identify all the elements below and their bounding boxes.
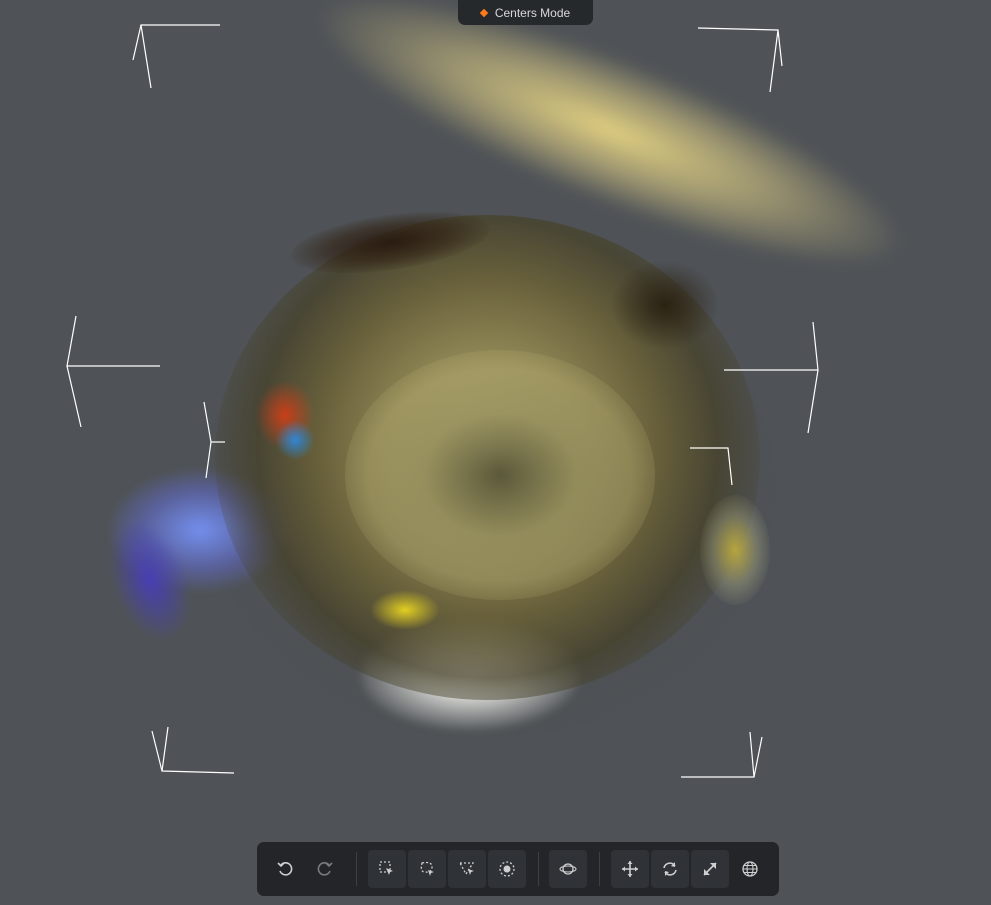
polygon-select-button[interactable] bbox=[448, 850, 486, 888]
redo-button[interactable] bbox=[306, 850, 344, 888]
mode-badge-label: Centers Mode bbox=[494, 5, 571, 20]
bottom-toolbar bbox=[257, 842, 779, 896]
globe-icon bbox=[742, 861, 758, 877]
toolbar-separator bbox=[356, 852, 357, 886]
redo-icon bbox=[317, 862, 333, 876]
camera-orbit-button[interactable] bbox=[549, 850, 587, 888]
mode-badge: Centers Mode bbox=[458, 0, 593, 25]
inner-right bbox=[690, 447, 733, 486]
move-button[interactable] bbox=[611, 850, 649, 888]
rect-select-icon bbox=[379, 861, 393, 875]
brush-select-button[interactable] bbox=[488, 850, 526, 888]
polygon-select-icon bbox=[458, 862, 475, 876]
corner-bottom-right bbox=[681, 736, 763, 778]
scale-icon bbox=[703, 862, 717, 876]
world-space-button[interactable] bbox=[731, 850, 769, 888]
inner-left bbox=[203, 401, 212, 479]
rotate-button[interactable] bbox=[651, 850, 689, 888]
undo-icon bbox=[277, 862, 293, 876]
toolbar-separator bbox=[599, 852, 600, 886]
rotate-icon bbox=[663, 862, 677, 876]
corner-top-right bbox=[697, 27, 783, 67]
scale-button[interactable] bbox=[691, 850, 729, 888]
lasso-select-icon bbox=[420, 861, 434, 876]
corner-mid-right bbox=[724, 321, 819, 371]
orbit-icon bbox=[559, 863, 577, 875]
diamond-icon bbox=[479, 8, 489, 17]
corner-mid-left bbox=[66, 315, 160, 367]
move-icon bbox=[622, 861, 638, 877]
lasso-select-button[interactable] bbox=[408, 850, 446, 888]
toolbar-separator bbox=[538, 852, 539, 886]
brush-select-icon bbox=[499, 861, 515, 877]
3d-viewport[interactable] bbox=[0, 0, 991, 905]
rect-select-button[interactable] bbox=[368, 850, 406, 888]
undo-button[interactable] bbox=[266, 850, 304, 888]
wireframe-overlay bbox=[66, 24, 819, 778]
